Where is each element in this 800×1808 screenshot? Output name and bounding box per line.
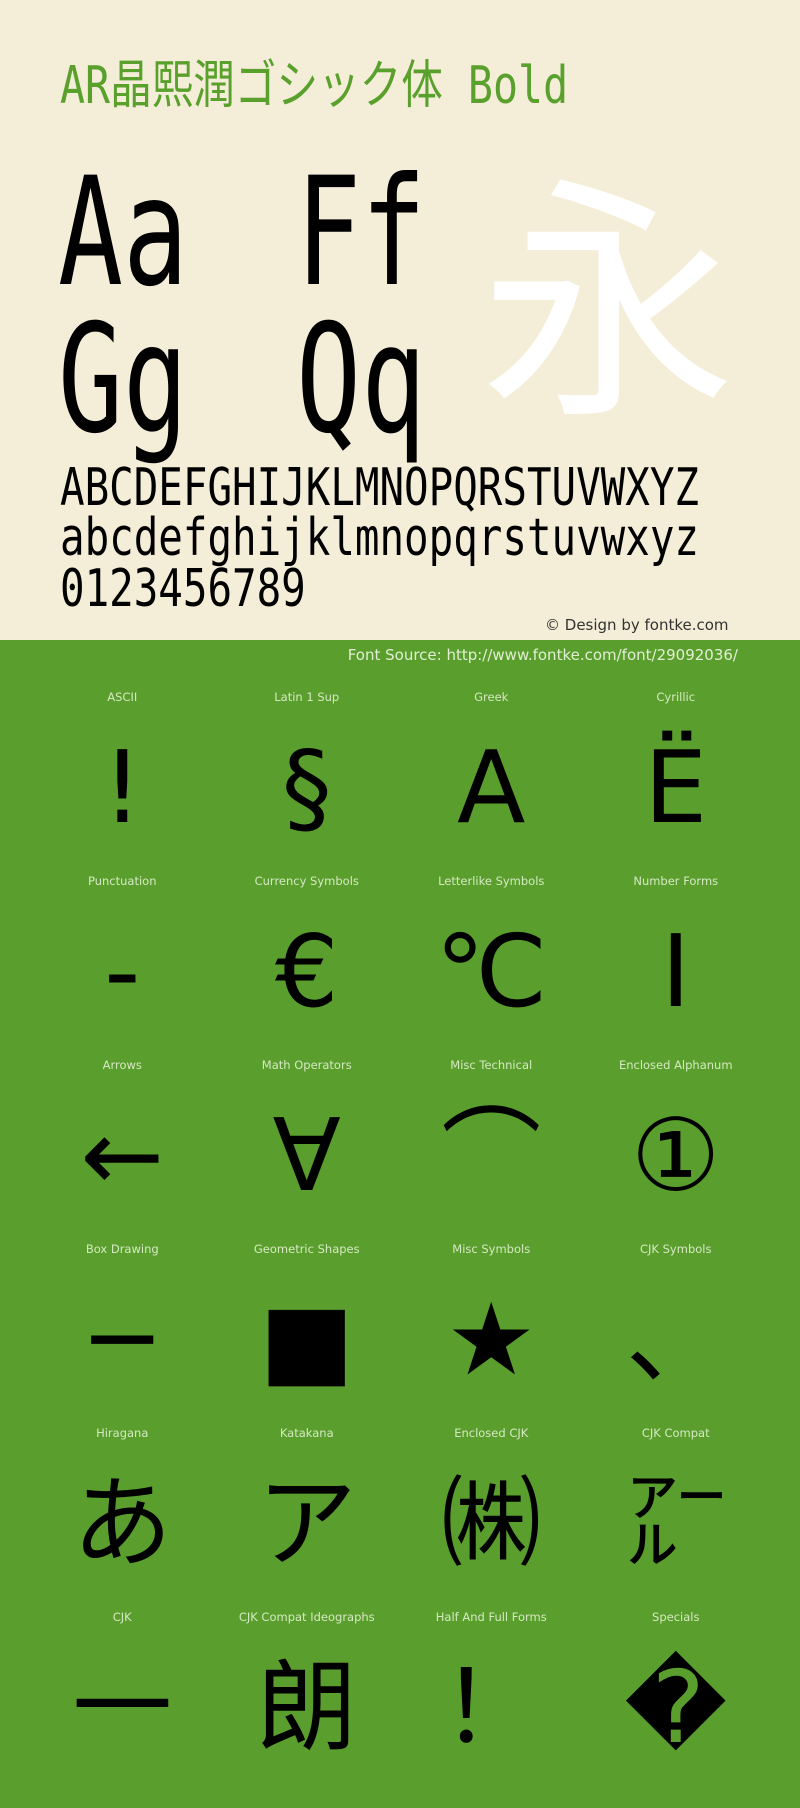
block-label: Number Forms <box>633 874 719 888</box>
block-sample-glyph: ① <box>630 1097 721 1214</box>
block-sample-glyph: § <box>281 729 332 846</box>
block-cell-cjk-compat: CJK Compat ㌃ <box>584 1422 769 1606</box>
block-cell-number-forms: Number Forms Ⅰ <box>584 870 769 1054</box>
block-sample-glyph: € <box>274 913 339 1030</box>
feature-glyph-ei: 永 <box>479 157 736 455</box>
specimen-pair-qq: Qq <box>296 293 427 467</box>
block-cell-half-and-full-forms: Half And Full Forms ！ <box>399 1606 584 1790</box>
font-title: AR晶熙潤ゴシック体 Bold <box>60 56 569 116</box>
block-label: CJK Compat Ideographs <box>238 1610 375 1624</box>
block-cell-punctuation: Punctuation ‐ <box>30 870 215 1054</box>
specimen-pair-ff: Ff <box>296 146 427 320</box>
block-cell-box-drawing: Box Drawing ─ <box>30 1238 215 1422</box>
lowercase-alphabet: abcdefghijklmnopqrstuvwxyz <box>60 508 699 568</box>
font-source-link[interactable]: Font Source: http://www.fontke.com/font/… <box>348 644 738 666</box>
block-cell-letterlike-symbols: Letterlike Symbols ℃ <box>399 870 584 1054</box>
block-sample-glyph: ─ <box>92 1281 153 1398</box>
block-label: Half And Full Forms <box>435 1610 547 1624</box>
block-label: Katakana <box>279 1426 334 1440</box>
block-label: Letterlike Symbols <box>438 874 545 888</box>
block-cell-latin-1-sup: Latin 1 Sup § <box>215 686 400 870</box>
block-sample-glyph: ! <box>102 729 143 846</box>
block-label: Enclosed Alphanum <box>618 1058 733 1072</box>
block-sample-glyph: Ё <box>644 729 708 846</box>
block-label: Misc Symbols <box>452 1242 531 1256</box>
block-label: ASCII <box>107 690 138 704</box>
block-label: Box Drawing <box>85 1242 159 1256</box>
block-cell-misc-symbols: Misc Symbols ★ <box>399 1238 584 1422</box>
block-cell-cjk-symbols: CJK Symbols 、 <box>584 1238 769 1422</box>
block-cell-arrows: Arrows ← <box>30 1054 215 1238</box>
block-cell-cjk-compat-ideographs: CJK Compat Ideographs 朗 <box>215 1606 400 1790</box>
block-cell-math-operators: Math Operators ∀ <box>215 1054 400 1238</box>
uppercase-alphabet: ABCDEFGHIJKLMNOPQRSTUVWXYZ <box>60 458 699 518</box>
copyright-text: © Design by fontke.com <box>545 616 729 634</box>
digits-row: 0123456789 <box>60 559 306 619</box>
block-cell-enclosed-cjk: Enclosed CJK ㈱ <box>399 1422 584 1606</box>
block-sample-glyph: ← <box>80 1097 165 1214</box>
specimen-header-panel: AR晶熙潤ゴシック体 Bold Aa Ff Gg Qq 永 ABCDEFGHIJ… <box>0 0 800 640</box>
block-label: Arrows <box>102 1058 142 1072</box>
block-label: Greek <box>474 690 509 704</box>
block-sample-glyph: ア <box>256 1465 357 1582</box>
block-label: Punctuation <box>87 874 157 888</box>
block-sample-glyph: 、 <box>625 1281 726 1398</box>
block-label: CJK Compat <box>641 1426 710 1440</box>
block-cell-ascii: ASCII! <box>30 686 215 870</box>
block-sample-glyph: ∀ <box>272 1097 341 1214</box>
block-cell-katakana: Katakana ア <box>215 1422 400 1606</box>
block-sample-glyph: あ <box>72 1465 173 1582</box>
unicode-block-grid: ASCII! Latin 1 Sup § Greek Α Cyrillic Ё Punctua… <box>30 686 768 1790</box>
block-sample-glyph: 朗 <box>256 1649 357 1766</box>
block-label: Specials <box>652 1610 700 1624</box>
block-sample-glyph: ⌒ <box>441 1097 542 1214</box>
block-cell-cyrillic: Cyrillic Ё <box>584 686 769 870</box>
block-label: Cyrillic <box>656 690 696 704</box>
block-label: Latin 1 Sup <box>274 690 340 704</box>
block-sample-glyph: ㈱ <box>441 1465 542 1582</box>
block-label: Hiragana <box>96 1426 149 1440</box>
block-sample-glyph: ■ <box>259 1281 354 1398</box>
block-label: Geometric Shapes <box>253 1242 360 1256</box>
block-cell-greek: Greek Α <box>399 686 584 870</box>
block-cell-specials: Specials � <box>584 1606 769 1790</box>
block-label: Math Operators <box>261 1058 352 1072</box>
block-sample-glyph: Α <box>457 729 526 846</box>
block-cell-enclosed-alphanum: Enclosed Alphanum ① <box>584 1054 769 1238</box>
block-sample-glyph: ℃ <box>435 913 548 1030</box>
block-cell-hiragana: Hiragana あ <box>30 1422 215 1606</box>
block-label: Misc Technical <box>450 1058 533 1072</box>
block-label: CJK <box>112 1610 132 1624</box>
block-sample-glyph: � <box>624 1649 728 1766</box>
block-cell-currency-symbols: Currency Symbols € <box>215 870 400 1054</box>
specimen-pair-aa: Aa <box>58 146 189 320</box>
block-sample-glyph: Ⅰ <box>661 913 691 1030</box>
block-sample-glyph: 一 <box>72 1649 173 1766</box>
block-cell-misc-technical: Misc Technical ⌒ <box>399 1054 584 1238</box>
block-sample-glyph: ★ <box>446 1281 537 1398</box>
specimen-pair-gg: Gg <box>58 293 189 467</box>
block-sample-glyph: ！ <box>441 1649 542 1766</box>
block-cell-cjk: CJK 一 <box>30 1606 215 1790</box>
block-label: CJK Symbols <box>640 1242 712 1256</box>
block-label: Currency Symbols <box>254 874 359 888</box>
block-sample-glyph: ㌃ <box>625 1465 726 1582</box>
block-label: Enclosed CJK <box>454 1426 529 1440</box>
block-cell-geometric-shapes: Geometric Shapes ■ <box>215 1238 400 1422</box>
block-sample-glyph: ‐ <box>104 913 141 1030</box>
